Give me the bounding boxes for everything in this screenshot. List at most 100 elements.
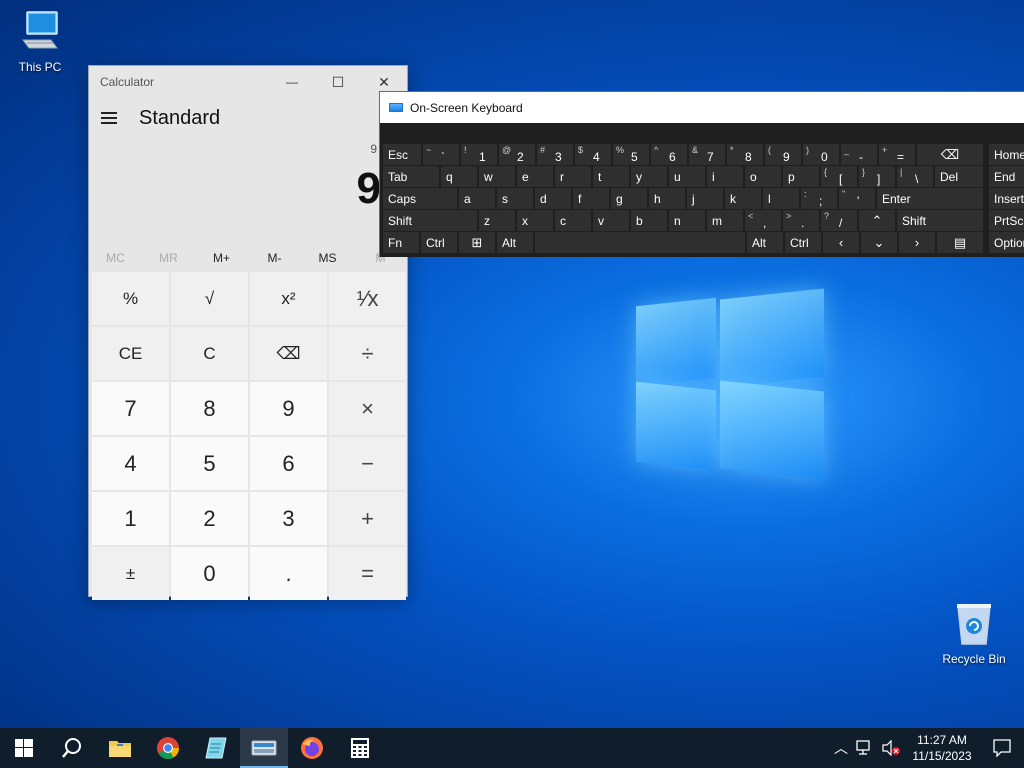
- memory-button-mplus[interactable]: M+: [195, 244, 248, 272]
- digit-8-button[interactable]: 8: [171, 382, 248, 435]
- osk-key-symbol14[interactable]: ⌫: [917, 144, 983, 165]
- percent-button[interactable]: %: [92, 272, 169, 325]
- multiply-button[interactable]: ×: [329, 382, 406, 435]
- osk-key-symbol10[interactable]: ▤: [937, 232, 983, 253]
- osk-key-w[interactable]: w: [479, 166, 515, 187]
- osk-key-symbol11[interactable]: ⌃: [859, 210, 895, 231]
- digit-5-button[interactable]: 5: [171, 437, 248, 490]
- osk-key-[interactable]: _ -: [841, 144, 877, 165]
- osk-key-[interactable]: }]: [859, 166, 895, 187]
- osk-key-[interactable]: >.: [783, 210, 819, 231]
- osk-key-symbol8[interactable]: ⌄: [861, 232, 897, 253]
- osk-key-8[interactable]: * 8: [727, 144, 763, 165]
- digit-1-button[interactable]: 1: [92, 492, 169, 545]
- osk-key-h[interactable]: h: [649, 188, 685, 209]
- calculator-titlebar[interactable]: Calculator — ☐ ✕: [89, 66, 407, 98]
- osk-key-a[interactable]: a: [459, 188, 495, 209]
- osk-key-1[interactable]: ! 1: [461, 144, 497, 165]
- show-hidden-icons-button[interactable]: ︿: [830, 728, 852, 768]
- osk-key-m[interactable]: m: [707, 210, 743, 231]
- subtract-button[interactable]: −: [329, 437, 406, 490]
- osk-key-[interactable]: :;: [801, 188, 837, 209]
- osk-key-f[interactable]: f: [573, 188, 609, 209]
- osk-key-space[interactable]: [535, 232, 745, 253]
- osk-key-0[interactable]: ) 0: [803, 144, 839, 165]
- notepad-button[interactable]: [192, 728, 240, 768]
- network-button[interactable]: [852, 728, 878, 768]
- divide-button[interactable]: ÷: [329, 327, 406, 380]
- digit-7-button[interactable]: 7: [92, 382, 169, 435]
- digit-9-button[interactable]: 9: [250, 382, 327, 435]
- search-button[interactable]: [48, 728, 96, 768]
- desktop-icon-recycle-bin[interactable]: Recycle Bin: [936, 602, 1012, 666]
- osk-key-ctrl[interactable]: Ctrl: [785, 232, 821, 253]
- osk-key-y[interactable]: y: [631, 166, 667, 187]
- osk-key-e[interactable]: e: [517, 166, 553, 187]
- minimize-button[interactable]: —: [269, 66, 315, 98]
- osk-key-alt[interactable]: Alt: [747, 232, 783, 253]
- osk-key-enter[interactable]: Enter: [877, 188, 983, 209]
- osk-key-[interactable]: " ': [839, 188, 875, 209]
- osk-key-5[interactable]: % 5: [613, 144, 649, 165]
- osk-key-end[interactable]: End: [989, 166, 1024, 187]
- decimal-button[interactable]: .: [250, 547, 327, 600]
- osk-key-prtscn[interactable]: PrtScn: [989, 210, 1024, 231]
- osk-key-esc[interactable]: Esc: [383, 144, 421, 165]
- osk-key-r[interactable]: r: [555, 166, 591, 187]
- osk-key-caps[interactable]: Caps: [383, 188, 457, 209]
- clear-entry-button[interactable]: CE: [92, 327, 169, 380]
- navigation-menu-button[interactable]: [101, 109, 117, 127]
- reciprocal-button[interactable]: ¹⁄x: [329, 272, 406, 325]
- osk-key-[interactable]: ? /: [821, 210, 857, 231]
- add-button[interactable]: +: [329, 492, 406, 545]
- osk-key-b[interactable]: b: [631, 210, 667, 231]
- osk-key-fn[interactable]: Fn: [383, 232, 419, 253]
- osk-key-2[interactable]: @2: [499, 144, 535, 165]
- osk-key-shift[interactable]: Shift: [383, 210, 477, 231]
- calculator-taskbar-button[interactable]: [336, 728, 384, 768]
- osk-key-[interactable]: + =: [879, 144, 915, 165]
- action-center-button[interactable]: [980, 728, 1024, 768]
- digit-4-button[interactable]: 4: [92, 437, 169, 490]
- osk-key-g[interactable]: g: [611, 188, 647, 209]
- osk-taskbar-button[interactable]: [240, 728, 288, 768]
- osk-key-symbol7[interactable]: ‹: [823, 232, 859, 253]
- digit-6-button[interactable]: 6: [250, 437, 327, 490]
- osk-titlebar[interactable]: On-Screen Keyboard: [380, 92, 1024, 123]
- osk-key-[interactable]: ~ `: [423, 144, 459, 165]
- file-explorer-button[interactable]: [96, 728, 144, 768]
- osk-key-ctrl[interactable]: Ctrl: [421, 232, 457, 253]
- firefox-button[interactable]: [288, 728, 336, 768]
- osk-key-symbol2[interactable]: ⊞: [459, 232, 495, 253]
- taskbar-clock[interactable]: 11:27 AM 11/15/2023: [904, 732, 980, 764]
- volume-button[interactable]: [878, 728, 904, 768]
- osk-key-7[interactable]: & 7: [689, 144, 725, 165]
- desktop-icon-this-pc[interactable]: This PC: [2, 10, 78, 74]
- osk-key-symbol9[interactable]: ›: [899, 232, 935, 253]
- osk-key-d[interactable]: d: [535, 188, 571, 209]
- osk-key-insert[interactable]: Insert: [989, 188, 1024, 209]
- square-root-button[interactable]: √: [171, 272, 248, 325]
- start-button[interactable]: [0, 728, 48, 768]
- osk-key-shift[interactable]: Shift: [897, 210, 983, 231]
- osk-key-x[interactable]: x: [517, 210, 553, 231]
- equals-button[interactable]: =: [329, 547, 406, 600]
- clear-button[interactable]: C: [171, 327, 248, 380]
- osk-key-j[interactable]: j: [687, 188, 723, 209]
- chrome-button[interactable]: [144, 728, 192, 768]
- osk-key-o[interactable]: o: [745, 166, 781, 187]
- osk-key-options[interactable]: Options: [989, 232, 1024, 253]
- osk-key-c[interactable]: c: [555, 210, 591, 231]
- maximize-button[interactable]: ☐: [315, 66, 361, 98]
- osk-key-3[interactable]: #3: [537, 144, 573, 165]
- osk-key-[interactable]: {[: [821, 166, 857, 187]
- osk-key-home[interactable]: Home: [989, 144, 1024, 165]
- osk-key-p[interactable]: p: [783, 166, 819, 187]
- osk-key-v[interactable]: v: [593, 210, 629, 231]
- memory-button-ms[interactable]: MS: [301, 244, 354, 272]
- osk-key-alt[interactable]: Alt: [497, 232, 533, 253]
- osk-key-z[interactable]: z: [479, 210, 515, 231]
- osk-key-u[interactable]: u: [669, 166, 705, 187]
- digit-2-button[interactable]: 2: [171, 492, 248, 545]
- osk-key-9[interactable]: (9: [765, 144, 801, 165]
